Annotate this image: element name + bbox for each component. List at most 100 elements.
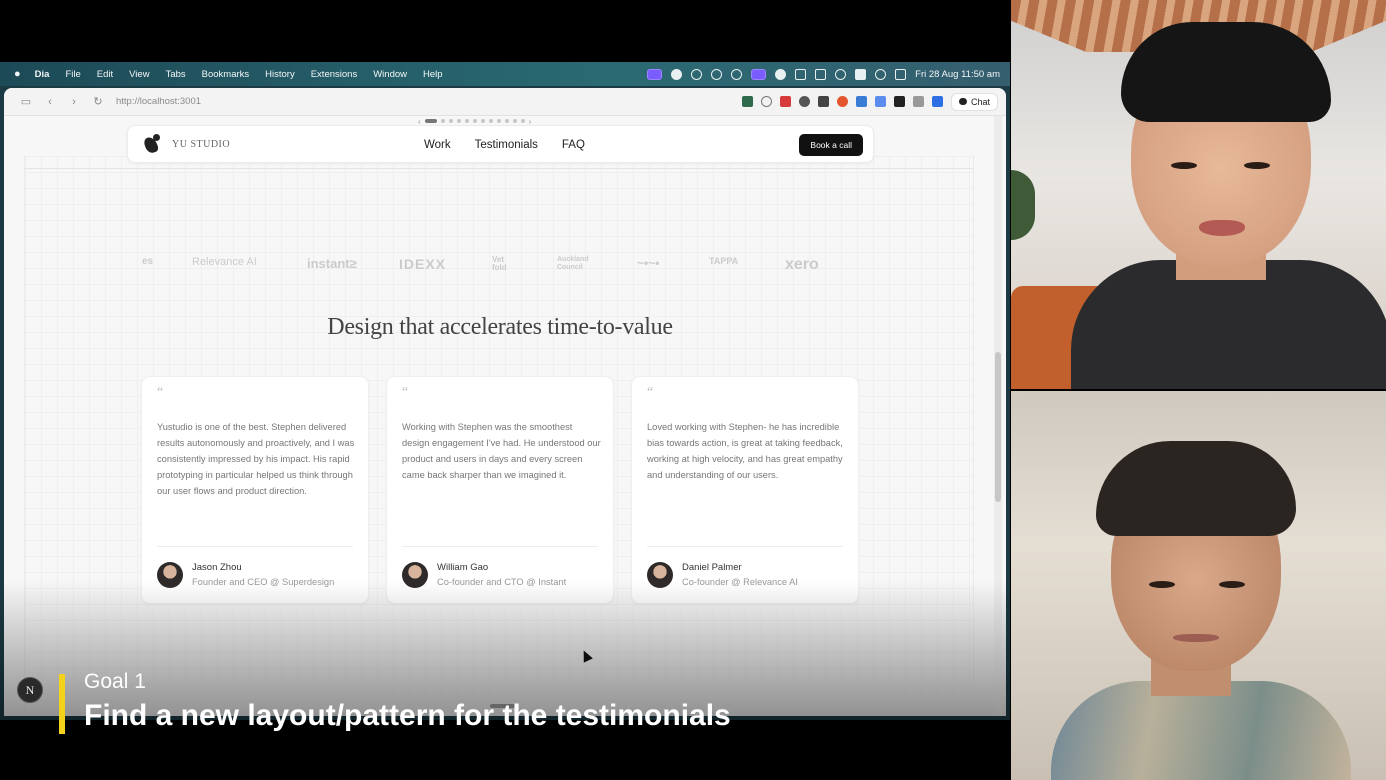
testimonial-name: Jason Zhou bbox=[192, 562, 242, 573]
extension-3-icon[interactable] bbox=[779, 96, 791, 107]
menu-app-name[interactable]: Dia bbox=[27, 69, 58, 80]
scrollbar-thumb[interactable] bbox=[995, 352, 1001, 502]
menu-edit[interactable]: Edit bbox=[89, 69, 121, 80]
screen-record-icon[interactable] bbox=[647, 68, 663, 80]
carousel-dot[interactable] bbox=[464, 119, 469, 123]
moon-icon[interactable] bbox=[775, 68, 787, 80]
plant bbox=[1011, 170, 1035, 240]
carousel-dot[interactable] bbox=[520, 119, 525, 123]
client-logo-tappa: TAPPA bbox=[709, 256, 739, 266]
menu-history[interactable]: History bbox=[257, 69, 303, 80]
fork-icon[interactable] bbox=[795, 68, 807, 80]
menu-view[interactable]: View bbox=[121, 69, 157, 80]
mouth bbox=[1199, 220, 1245, 236]
eye bbox=[1219, 581, 1245, 588]
reload-icon[interactable]: ↻ bbox=[86, 95, 110, 108]
testimonial-card: “ Yustudio is one of the best. Stephen d… bbox=[141, 376, 369, 604]
menu-help[interactable]: Help bbox=[415, 69, 451, 80]
sidebar-toggle-icon[interactable]: ▭ bbox=[14, 95, 38, 108]
carousel-dot[interactable] bbox=[424, 119, 437, 123]
play-icon[interactable] bbox=[731, 68, 743, 80]
tag-icon[interactable] bbox=[815, 68, 827, 80]
client-logo-bird: ~•~• bbox=[637, 256, 660, 270]
extension-7-icon[interactable] bbox=[855, 96, 867, 107]
macos-menubar: ● Dia File Edit View Tabs Bookmarks Hist… bbox=[0, 62, 1010, 86]
extension-2-icon[interactable] bbox=[760, 96, 772, 107]
testimonial-quote: Loved working with Stephen- he has incre… bbox=[647, 422, 843, 480]
eye bbox=[1244, 162, 1270, 169]
apple-icon[interactable]: ● bbox=[0, 68, 27, 80]
focus-icon[interactable] bbox=[691, 68, 703, 80]
book-a-call-button[interactable]: Book a call bbox=[799, 134, 863, 156]
section-title: Design that accelerates time-to-value bbox=[327, 314, 673, 340]
eye bbox=[1171, 162, 1197, 169]
menu-tabs[interactable]: Tabs bbox=[158, 69, 194, 80]
spotify-icon[interactable] bbox=[671, 68, 683, 80]
hair bbox=[1096, 441, 1296, 536]
chat-button[interactable]: Chat bbox=[950, 92, 998, 111]
carousel-dot[interactable] bbox=[504, 119, 509, 123]
url-field[interactable]: http://localhost:3001 bbox=[116, 96, 201, 107]
control-center-icon[interactable] bbox=[895, 68, 907, 80]
hair bbox=[1121, 22, 1331, 122]
eye bbox=[1149, 581, 1175, 588]
window-manager-icon[interactable] bbox=[751, 68, 767, 80]
carousel-dot[interactable] bbox=[496, 119, 501, 123]
battery-icon[interactable] bbox=[855, 68, 867, 80]
menu-bookmarks[interactable]: Bookmarks bbox=[194, 69, 258, 80]
chat-bubble-icon bbox=[958, 98, 967, 105]
quote-icon: “ bbox=[647, 385, 654, 400]
carousel-dot[interactable] bbox=[512, 119, 517, 123]
testimonial-card: “ Working with Stephen was the smoothest… bbox=[386, 376, 614, 604]
back-icon[interactable]: ‹ bbox=[38, 96, 62, 108]
nav-link-work[interactable]: Work bbox=[424, 139, 451, 151]
client-logo-instant: instant≥ bbox=[307, 256, 357, 271]
carousel-dot[interactable] bbox=[472, 119, 477, 123]
chat-label: Chat bbox=[970, 96, 990, 107]
extensions-row: Chat bbox=[741, 92, 1006, 111]
carousel-indicator[interactable]: ‹ › bbox=[418, 117, 531, 126]
nav-link-testimonials[interactable]: Testimonials bbox=[475, 139, 538, 151]
client-logo-vetfold: Vet fold bbox=[492, 255, 507, 272]
brand-logo-icon[interactable] bbox=[142, 133, 162, 155]
testimonial-card: “ Loved working with Stephen- he has inc… bbox=[631, 376, 859, 604]
client-logo-idexx: IDEXX bbox=[399, 256, 447, 272]
menu-window[interactable]: Window bbox=[365, 69, 415, 80]
browser-toolbar: ▭ ‹ › ↻ http://localhost:3001 Chat bbox=[4, 88, 1006, 116]
extension-9-icon[interactable] bbox=[893, 96, 905, 107]
chatgpt-icon[interactable] bbox=[711, 68, 723, 80]
carousel-dot[interactable] bbox=[480, 119, 485, 123]
carousel-dot[interactable] bbox=[440, 119, 445, 123]
menu-extensions[interactable]: Extensions bbox=[303, 69, 365, 80]
wifi-icon[interactable] bbox=[875, 68, 887, 80]
bluetooth-icon[interactable] bbox=[835, 68, 847, 80]
extension-11-icon[interactable] bbox=[931, 96, 943, 107]
menu-file[interactable]: File bbox=[57, 69, 88, 80]
extension-1-icon[interactable] bbox=[741, 96, 753, 107]
extension-8-icon[interactable] bbox=[874, 96, 886, 107]
forward-icon[interactable]: › bbox=[62, 96, 86, 108]
carousel-dot[interactable] bbox=[456, 119, 461, 123]
carousel-dot[interactable] bbox=[488, 119, 493, 123]
extension-6-icon[interactable] bbox=[836, 96, 848, 107]
extension-5-icon[interactable] bbox=[817, 96, 829, 107]
caption-shade bbox=[0, 580, 1010, 780]
webcam-feed-guest bbox=[1011, 391, 1386, 780]
card-divider bbox=[647, 546, 843, 547]
brand-name[interactable]: YU STUDIO bbox=[172, 139, 230, 150]
client-logo: es bbox=[142, 256, 154, 267]
mouth bbox=[1173, 634, 1219, 642]
menubar-clock[interactable]: Fri 28 Aug 11:50 am bbox=[915, 69, 1000, 80]
goal-title: Find a new layout/pattern for the testim… bbox=[84, 699, 731, 732]
testimonial-quote: Yustudio is one of the best. Stephen del… bbox=[157, 422, 355, 496]
goal-label: Goal 1 bbox=[84, 670, 146, 693]
testimonial-name: Daniel Palmer bbox=[682, 562, 742, 573]
nav-link-faq[interactable]: FAQ bbox=[562, 139, 585, 151]
channel-badge: N bbox=[17, 677, 43, 703]
client-logo-strip: es Relevance AI instant≥ IDEXX Vet fold … bbox=[142, 256, 842, 278]
testimonial-name: William Gao bbox=[437, 562, 489, 573]
card-divider bbox=[402, 546, 598, 547]
extension-4-icon[interactable] bbox=[798, 96, 810, 107]
carousel-dot[interactable] bbox=[448, 119, 453, 123]
extension-10-icon[interactable] bbox=[912, 96, 924, 107]
